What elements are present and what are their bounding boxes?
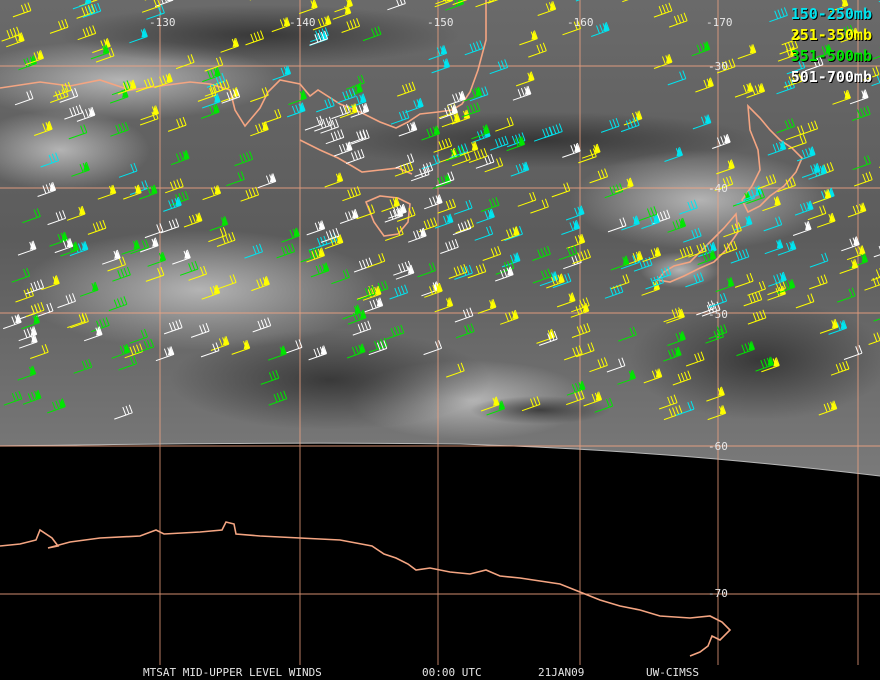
legend-150-250mb: 150-250mb	[790, 5, 872, 23]
legend-351-500mb: 351-500mb	[790, 47, 872, 65]
lon-label-130: -130	[149, 16, 176, 29]
legend-251-350mb: 251-350mb	[790, 26, 872, 44]
pressure-level-legend: 150-250mb 251-350mb 351-500mb 501-700mb	[760, 4, 872, 88]
antarctica-coastline	[0, 521, 732, 657]
lat-label-30: -30	[708, 60, 728, 73]
lat-label-60: -60	[708, 440, 728, 453]
footer-bar: MTSAT MID-UPPER LEVEL WINDS 00:00 UTC 21…	[0, 664, 880, 680]
lat-label-40: -40	[708, 182, 728, 195]
lon-label-170: -170	[706, 16, 733, 29]
legend-501-700mb: 501-700mb	[790, 68, 872, 86]
lon-label-160: -160	[567, 16, 594, 29]
footer-date: 21JAN09	[538, 666, 585, 679]
lon-label-140: -140	[289, 16, 316, 29]
footer-source: UW-CIMSS	[646, 666, 699, 679]
footer-time: 00:00 UTC	[422, 666, 482, 679]
lat-label-70: -70	[708, 587, 728, 600]
lon-label-150: -150	[427, 16, 454, 29]
satellite-wind-map: -130 -140 -150 -160 -170 -30 -40 -50 -60…	[0, 0, 880, 665]
lat-label-50: -50	[708, 308, 728, 321]
footer-title: MTSAT MID-UPPER LEVEL WINDS	[143, 666, 322, 679]
